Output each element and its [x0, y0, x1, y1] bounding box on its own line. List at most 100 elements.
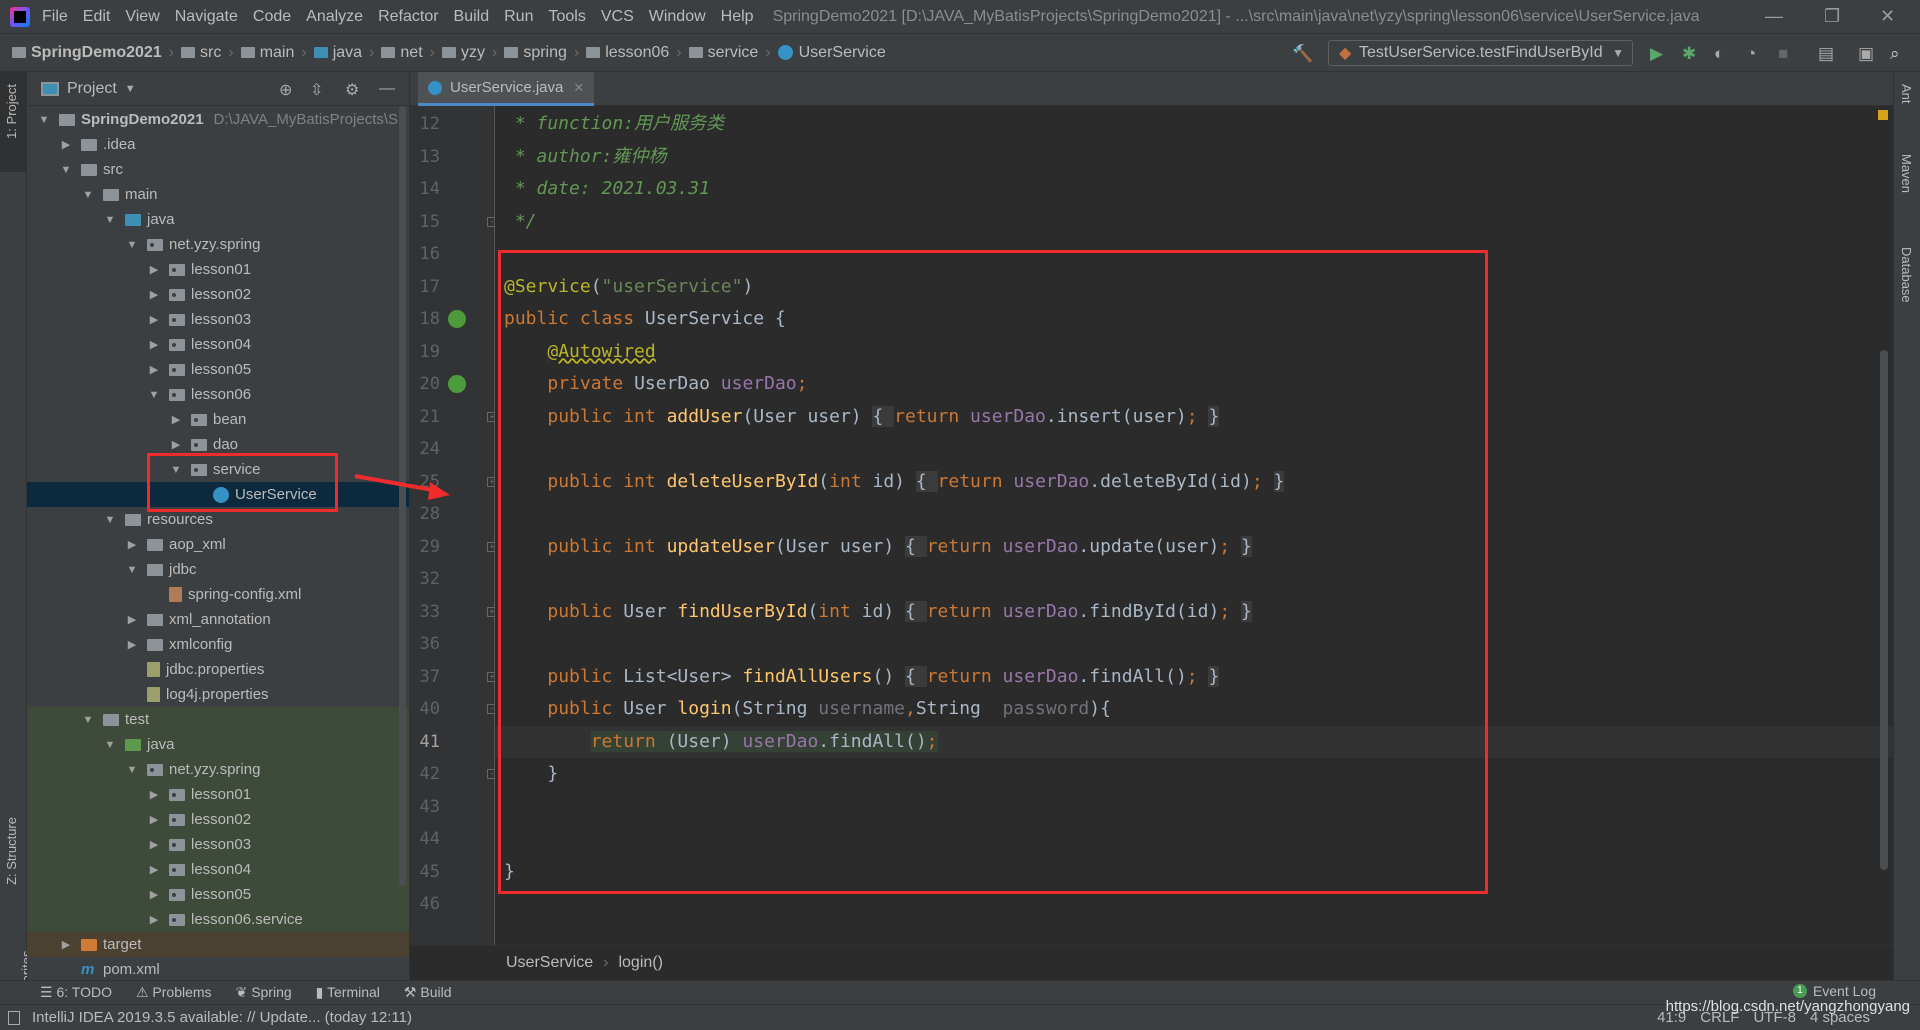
menu-refactor[interactable]: Refactor — [378, 8, 438, 26]
tool-window-todo[interactable]: ☰ 6: TODO — [40, 984, 112, 1001]
menu-window[interactable]: Window — [649, 8, 706, 26]
status-message[interactable]: IntelliJ IDEA 2019.3.5 available: // Upd… — [32, 1009, 412, 1026]
collapsed-arrow-icon[interactable]: ▶ — [147, 863, 161, 876]
build-hammer-icon[interactable]: 🔨 — [1292, 44, 1313, 64]
tool-window-build[interactable]: ⚒ Build — [404, 984, 452, 1001]
collapsed-arrow-icon[interactable]: ▶ — [169, 413, 183, 426]
expanded-arrow-icon[interactable]: ▼ — [81, 714, 95, 726]
tree-item-lesson04[interactable]: ▶ lesson04 — [27, 857, 409, 882]
inspection-warning-icon[interactable] — [1878, 110, 1888, 120]
collapse-all-icon[interactable]: ⇳ — [310, 80, 323, 100]
profile-icon[interactable]: ◔ — [1746, 44, 1756, 64]
coverage-icon[interactable]: ◐ — [1714, 44, 1724, 64]
debug-icon[interactable]: ✱ — [1682, 44, 1696, 64]
menu-analyze[interactable]: Analyze — [306, 8, 363, 26]
project-structure-icon[interactable]: ▤ — [1818, 44, 1834, 64]
collapsed-arrow-icon[interactable]: ▶ — [147, 263, 161, 276]
tree-item-net-yzy-spring[interactable]: ▼ net.yzy.spring — [27, 232, 409, 257]
tree-item-spring-config-xml[interactable]: spring-config.xml — [27, 582, 409, 607]
breadcrumb-item[interactable]: lesson06 › — [586, 44, 688, 62]
tree-item-lesson05[interactable]: ▶ lesson05 — [27, 357, 409, 382]
expanded-arrow-icon[interactable]: ▼ — [103, 514, 117, 526]
tree-item-lesson04[interactable]: ▶ lesson04 — [27, 332, 409, 357]
collapsed-arrow-icon[interactable]: ▶ — [169, 438, 183, 451]
collapsed-arrow-icon[interactable]: ▶ — [147, 838, 161, 851]
breadcrumb-item[interactable]: net › — [381, 44, 442, 62]
tab-maven[interactable]: Maven — [1899, 154, 1914, 193]
tree-item-lesson03[interactable]: ▶ lesson03 — [27, 307, 409, 332]
spring-bean-gutter-icon[interactable] — [448, 375, 466, 393]
tree-item-xmlconfig[interactable]: ▶ xmlconfig — [27, 632, 409, 657]
breadcrumb-item[interactable]: java › — [313, 44, 382, 62]
tab-ant[interactable]: Ant — [1899, 84, 1914, 104]
collapsed-arrow-icon[interactable]: ▶ — [147, 888, 161, 901]
breadcrumb-item[interactable]: spring › — [504, 44, 586, 62]
run-icon[interactable]: ▶ — [1650, 44, 1663, 64]
tree-item-lesson02[interactable]: ▶ lesson02 — [27, 807, 409, 832]
tree-item-java[interactable]: ▼ java — [27, 732, 409, 757]
event-log-button[interactable]: 1 Event Log — [1792, 983, 1876, 999]
tree-item-jdbc-properties[interactable]: jdbc.properties — [27, 657, 409, 682]
expanded-arrow-icon[interactable]: ▼ — [103, 214, 117, 226]
breadcrumb-item[interactable]: src › — [181, 44, 241, 62]
collapsed-arrow-icon[interactable]: ▶ — [147, 813, 161, 826]
expanded-arrow-icon[interactable]: ▼ — [81, 189, 95, 201]
tree-item-lesson02[interactable]: ▶ lesson02 — [27, 282, 409, 307]
tab-project[interactable]: 1: Project — [4, 84, 19, 139]
close-tab-icon[interactable]: ✕ — [573, 80, 584, 96]
menu-vcs[interactable]: VCS — [601, 8, 634, 26]
run-configuration-select[interactable]: ◆ TestUserService.testFindUserById ▼ — [1328, 40, 1633, 66]
breadcrumb-item[interactable]: yzy › — [441, 44, 504, 62]
search-icon[interactable]: ⌕ — [1890, 44, 1900, 64]
spring-bean-gutter-icon[interactable] — [448, 310, 466, 328]
breadcrumb-class[interactable]: UserService — [506, 954, 593, 972]
tool-window-problems[interactable]: ⚠ Problems — [136, 984, 212, 1001]
tree-item--idea[interactable]: ▶ .idea — [27, 132, 409, 157]
tree-item-aop-xml[interactable]: ▶ aop_xml — [27, 532, 409, 557]
collapsed-arrow-icon[interactable]: ▶ — [147, 913, 161, 926]
collapsed-arrow-icon[interactable]: ▶ — [147, 363, 161, 376]
project-view-select[interactable]: Project — [67, 80, 117, 98]
tree-item-lesson03[interactable]: ▶ lesson03 — [27, 832, 409, 857]
menu-edit[interactable]: Edit — [83, 8, 111, 26]
close-button[interactable]: ✕ — [1880, 6, 1895, 27]
tab-database[interactable]: Database — [1899, 247, 1914, 303]
hide-icon[interactable]: — — [379, 80, 395, 98]
expanded-arrow-icon[interactable]: ▼ — [37, 114, 51, 126]
tree-item-pom-xml[interactable]: m pom.xml — [27, 957, 409, 980]
status-toggle-icon[interactable] — [8, 1010, 20, 1025]
collapsed-arrow-icon[interactable]: ▶ — [125, 538, 139, 551]
menu-build[interactable]: Build — [454, 8, 490, 26]
editor-scrollbar[interactable] — [1880, 350, 1888, 870]
collapsed-arrow-icon[interactable]: ▶ — [59, 138, 73, 151]
menu-view[interactable]: View — [125, 8, 159, 26]
menu-help[interactable]: Help — [721, 8, 754, 26]
collapsed-arrow-icon[interactable]: ▶ — [125, 638, 139, 651]
expanded-arrow-icon[interactable]: ▼ — [125, 564, 139, 576]
breadcrumb-item[interactable]: service › — [688, 44, 778, 62]
tab-userservice-java[interactable]: UserService.java ✕ — [418, 72, 595, 106]
tree-item-springdemo2021[interactable]: ▼ SpringDemo2021 D:\JAVA_MyBatisProjects\S — [27, 107, 409, 132]
tree-item-target[interactable]: ▶ target — [27, 932, 409, 957]
tree-item-java[interactable]: ▼ java — [27, 207, 409, 232]
expanded-arrow-icon[interactable]: ▼ — [103, 739, 117, 751]
collapsed-arrow-icon[interactable]: ▶ — [147, 313, 161, 326]
terminal-window-icon[interactable]: ▣ — [1858, 44, 1874, 64]
tree-item-xml-annotation[interactable]: ▶ xml_annotation — [27, 607, 409, 632]
menu-run[interactable]: Run — [504, 8, 533, 26]
breadcrumb-item[interactable]: SpringDemo2021 › — [12, 44, 181, 62]
tool-window-spring[interactable]: ❦ Spring — [236, 984, 292, 1001]
expanded-arrow-icon[interactable]: ▼ — [125, 764, 139, 776]
menu-file[interactable]: File — [42, 8, 68, 26]
collapsed-arrow-icon[interactable]: ▶ — [125, 613, 139, 626]
breadcrumb-method[interactable]: login() — [618, 954, 662, 972]
menu-code[interactable]: Code — [253, 8, 291, 26]
tree-item-main[interactable]: ▼ main — [27, 182, 409, 207]
tool-window-terminal[interactable]: ▮ Terminal — [316, 984, 380, 1001]
tree-item-lesson01[interactable]: ▶ lesson01 — [27, 782, 409, 807]
tree-item-jdbc[interactable]: ▼ jdbc — [27, 557, 409, 582]
menu-tools[interactable]: Tools — [548, 8, 585, 26]
menu-navigate[interactable]: Navigate — [175, 8, 238, 26]
tree-item-lesson05[interactable]: ▶ lesson05 — [27, 882, 409, 907]
breadcrumb-item[interactable]: UserService — [777, 44, 886, 62]
